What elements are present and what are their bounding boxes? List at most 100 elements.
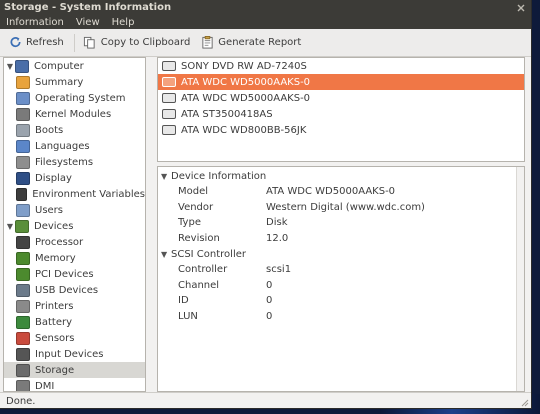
close-icon[interactable] [515, 2, 527, 13]
usb-icon [16, 283, 30, 297]
sidebar-item-label: Filesystems [35, 156, 94, 168]
sidebar-item-label: Computer [34, 60, 84, 72]
pci-icon [16, 267, 30, 281]
expander-icon[interactable]: ▼ [5, 222, 15, 231]
detail-key: Model [178, 186, 209, 198]
detail-key: Type [178, 217, 201, 229]
sidebar-item-processor[interactable]: Processor [4, 234, 145, 250]
sidebar-item-summary[interactable]: Summary [4, 74, 145, 90]
expander-icon[interactable]: ▼ [5, 62, 15, 71]
device-row[interactable]: ATA WDC WD5000AAKS-0 [158, 90, 524, 106]
detail-key: Vendor [178, 201, 214, 213]
sidebar-item-label: Display [35, 172, 72, 184]
detail-value: 0 [266, 310, 273, 322]
status-bar: Done. [0, 392, 531, 408]
device-list[interactable]: SONY DVD RW AD-7240S ATA WDC WD5000AAKS-0… [157, 57, 525, 162]
sidebar-item-label: Boots [35, 124, 64, 136]
menu-view[interactable]: View [76, 17, 100, 28]
sidebar-item-devices[interactable]: ▼ Devices [4, 218, 145, 234]
sidebar-item-environment-variables[interactable]: Environment Variables [4, 186, 145, 202]
devices-icon [15, 219, 29, 233]
generate-report-button[interactable]: Generate Report [200, 36, 301, 50]
sidebar-item-dmi[interactable]: DMI [4, 378, 145, 392]
device-row[interactable]: ATA WDC WD800BB-56JK [158, 122, 524, 138]
sidebar-item-storage[interactable]: Storage [4, 362, 145, 378]
device-label: ATA WDC WD800BB-56JK [181, 124, 307, 136]
sidebar-item-input-devices[interactable]: Input Devices [4, 346, 145, 362]
detail-value: Disk [266, 217, 288, 229]
sidebar-item-operating-system[interactable]: Operating System [4, 90, 145, 106]
detail-value: 12.0 [266, 232, 289, 244]
input-icon [16, 347, 30, 361]
sidebar-item-computer[interactable]: ▼ Computer [4, 58, 145, 74]
details-scrollbar[interactable] [516, 167, 524, 391]
details-row: Type Disk [158, 215, 524, 231]
detail-value: 0 [266, 279, 273, 291]
sidebar-item-label: USB Devices [35, 284, 99, 296]
sidebar-item-filesystems[interactable]: Filesystems [4, 154, 145, 170]
disk-drive-icon [162, 93, 176, 103]
filesystems-icon [16, 155, 30, 169]
display-icon [16, 171, 30, 185]
copy-icon [83, 36, 97, 50]
sidebar-item-label: DMI [35, 380, 55, 392]
sidebar-item-printers[interactable]: Printers [4, 298, 145, 314]
detail-key: LUN [178, 310, 198, 322]
sidebar-item-memory[interactable]: Memory [4, 250, 145, 266]
details-row: Vendor Western Digital (www.wdc.com) [158, 200, 524, 216]
menu-help[interactable]: Help [112, 17, 135, 28]
kernel-icon [16, 107, 30, 121]
device-label: SONY DVD RW AD-7240S [181, 60, 307, 72]
disk-drive-icon [162, 77, 176, 87]
sidebar-item-users[interactable]: Users [4, 202, 145, 218]
sidebar-item-display[interactable]: Display [4, 170, 145, 186]
sidebar-item-label: Devices [34, 220, 74, 232]
sidebar-item-usb-devices[interactable]: USB Devices [4, 282, 145, 298]
detail-value: scsi1 [266, 264, 292, 276]
detail-value: Western Digital (www.wdc.com) [266, 201, 425, 213]
resize-grip-icon[interactable] [519, 397, 529, 407]
expander-icon[interactable]: ▼ [161, 250, 171, 259]
detail-key: Channel [178, 279, 220, 291]
report-label: Generate Report [218, 37, 302, 48]
sidebar-item-boots[interactable]: Boots [4, 122, 145, 138]
computer-icon [15, 59, 29, 73]
device-row[interactable]: ATA ST3500418AS [158, 106, 524, 122]
sidebar-item-label: Printers [35, 300, 74, 312]
copy-to-clipboard-button[interactable]: Copy to Clipboard [83, 36, 191, 50]
report-icon [200, 36, 214, 50]
env-icon [16, 187, 28, 201]
disk-drive-icon [162, 125, 176, 135]
battery-icon [16, 315, 30, 329]
menu-information[interactable]: Information [6, 17, 64, 28]
memory-icon [16, 251, 30, 265]
expander-icon[interactable]: ▼ [161, 172, 171, 181]
sidebar-item-label: Kernel Modules [35, 108, 112, 120]
refresh-button[interactable]: Refresh [8, 36, 64, 50]
details-section-header[interactable]: ▼ Device Information [158, 168, 524, 184]
sidebar-item-label: Environment Variables [32, 188, 145, 200]
users-icon [16, 203, 30, 217]
storage-icon [16, 363, 30, 377]
device-row[interactable]: SONY DVD RW AD-7240S [158, 58, 524, 74]
disk-drive-icon [162, 109, 176, 119]
detail-key: Revision [178, 232, 220, 244]
sidebar-item-sensors[interactable]: Sensors [4, 330, 145, 346]
detail-key: Controller [178, 264, 228, 276]
device-row[interactable]: ATA WDC WD5000AAKS-0 [158, 74, 524, 90]
os-icon [16, 91, 30, 105]
sidebar-item-kernel-modules[interactable]: Kernel Modules [4, 106, 145, 122]
languages-icon [16, 139, 30, 153]
sidebar-item-pci-devices[interactable]: PCI Devices [4, 266, 145, 282]
detail-value: 0 [266, 295, 273, 307]
details-panel: ▼ Device Information Model ATA WDC WD5000AA… [157, 166, 525, 392]
device-label: ATA WDC WD5000AAKS-0 [181, 92, 311, 104]
sidebar-item-battery[interactable]: Battery [4, 314, 145, 330]
details-section-header[interactable]: ▼ SCSI Controller [158, 246, 524, 262]
copy-label: Copy to Clipboard [100, 37, 191, 48]
sidebar-item-languages[interactable]: Languages [4, 138, 145, 154]
sidebar-tree[interactable]: ▼ Computer Summary Operating System Kernel M… [3, 57, 146, 392]
sidebar-item-label: Users [35, 204, 64, 216]
title-bar: Storage - System Information [0, 0, 531, 15]
printers-icon [16, 299, 30, 313]
